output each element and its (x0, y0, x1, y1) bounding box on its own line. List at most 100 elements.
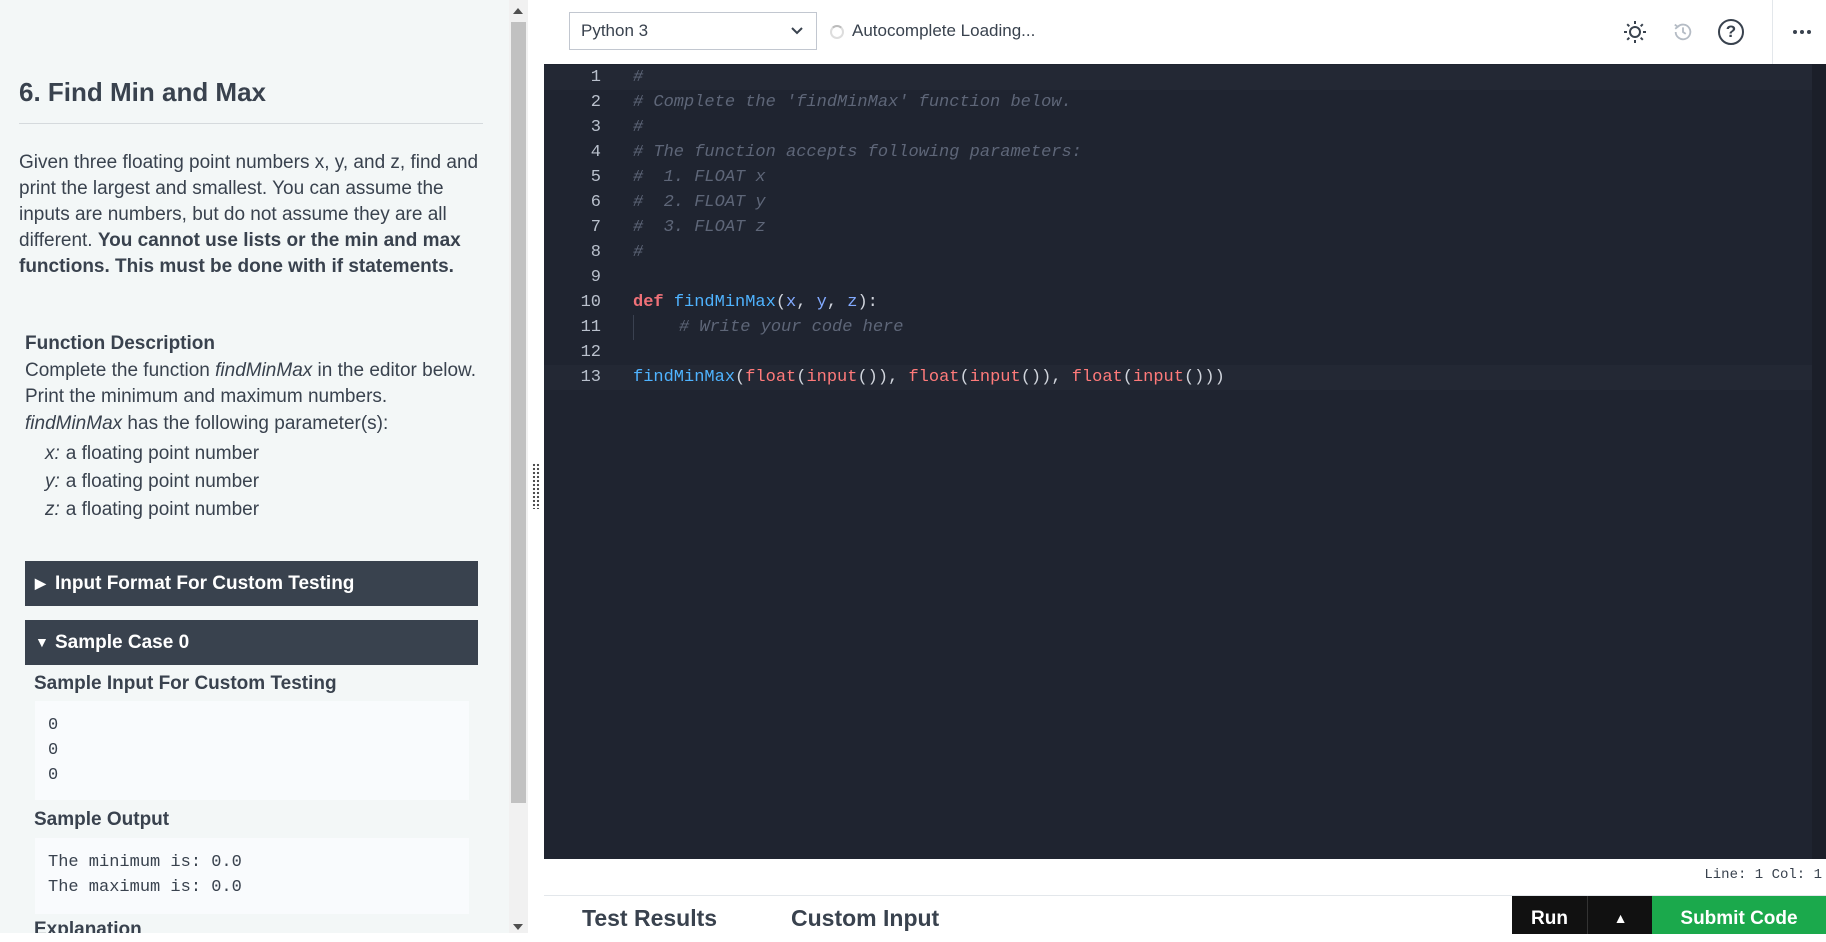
code-line[interactable]: 5 # 1. FLOAT x (544, 165, 1826, 190)
param-name: z: (45, 499, 60, 520)
code-line[interactable]: 13 findMinMax(float(input()), float(input… (544, 365, 1826, 390)
code-text: # 3. FLOAT z (633, 218, 766, 237)
sample-input-heading: Sample Input For Custom Testing (34, 673, 337, 694)
scroll-up-icon[interactable] (513, 8, 523, 14)
param-token: y (816, 293, 827, 312)
problem-panel: 6. Find Min and Max Given three floating… (0, 0, 509, 933)
builtin-token: float (745, 368, 797, 387)
code-text: # Complete the 'findMinMax' function bel… (633, 93, 1072, 112)
drag-handle-icon[interactable] (532, 463, 540, 509)
param-x: x: a floating point number (45, 443, 259, 465)
title-divider (19, 123, 483, 124)
caret-right-icon: ▶ (35, 575, 46, 592)
editor-panel: Python 3 Autocomplete Loading... ? 1 # 2 #… (544, 0, 1826, 934)
function-description-heading: Function Description (25, 333, 215, 354)
section-label: Sample Case 0 (55, 632, 190, 653)
fd-line1-fn: findMinMax (215, 360, 313, 381)
sample-output-box: The minimum is: 0.0 The maximum is: 0.0 (35, 838, 469, 914)
line-number: 1 (590, 68, 601, 87)
code-line[interactable]: 4 # The function accepts following parame… (544, 140, 1826, 165)
code-line[interactable]: 8 # (544, 240, 1826, 265)
line-number: 13 (580, 368, 601, 387)
param-token: z (847, 293, 858, 312)
history-icon[interactable] (1666, 14, 1700, 48)
line-number: 2 (590, 93, 601, 112)
panel-splitter[interactable] (528, 0, 544, 933)
code-line[interactable]: 9 (544, 265, 1826, 290)
scroll-down-icon[interactable] (513, 924, 523, 930)
chevron-down-icon (790, 13, 804, 62)
code-text: # 2. FLOAT y (633, 193, 766, 212)
help-icon[interactable]: ? (1714, 14, 1748, 48)
tab-custom-input[interactable]: Custom Input (791, 905, 939, 932)
caret-up-icon[interactable]: ▲ (1587, 896, 1653, 934)
param-desc: a floating point number (65, 471, 260, 492)
code-line[interactable]: 7 # 3. FLOAT z (544, 215, 1826, 240)
param-name: y: (45, 471, 60, 492)
fd-line1-pre: Complete the function (25, 360, 216, 381)
fd-line2-post: has the following parameter(s): (122, 413, 389, 434)
code-text: # The function accepts following paramet… (633, 143, 1082, 162)
cursor-position: Line: 1 Col: 1 (1704, 867, 1822, 883)
autocomplete-text: Autocomplete Loading... (852, 21, 1036, 40)
code-text: # (633, 68, 644, 87)
editor-scrollbar[interactable] (1812, 64, 1826, 859)
param-token: x (786, 293, 797, 312)
line-number: 9 (590, 268, 601, 287)
code-editor[interactable]: 1 # 2 # Complete the 'findMinMax' function… (544, 64, 1826, 859)
param-z: z: a floating point number (45, 499, 259, 521)
builtin-token: input (806, 368, 858, 387)
section-sample-case[interactable]: ▼ Sample Case 0 (25, 620, 478, 665)
line-number: 12 (580, 343, 601, 362)
run-button[interactable]: Run (1512, 896, 1587, 934)
code-line[interactable]: 11 # Write your code here (544, 315, 1826, 340)
builtin-token: float (1071, 368, 1123, 387)
toolbar-divider (1772, 0, 1773, 64)
line-number: 8 (590, 243, 601, 262)
code-line[interactable]: 12 (544, 340, 1826, 365)
bottom-bar: Test Results Custom Input Run ▲ Submit C… (544, 895, 1826, 934)
scrollbar-thumb[interactable] (511, 22, 526, 803)
fd-line2: findMinMax has the following parameter(s… (25, 413, 388, 435)
function-description-text: Complete the function findMinMax in the … (25, 358, 495, 410)
submit-code-button[interactable]: Submit Code (1652, 896, 1826, 934)
line-number: 7 (590, 218, 601, 237)
code-text: def findMinMax(x, y, z): (633, 293, 878, 312)
spinner-icon (830, 24, 844, 39)
language-value: Python 3 (581, 21, 649, 40)
indent-guide (633, 315, 634, 340)
caret-down-icon: ▼ (35, 634, 49, 651)
tab-test-results[interactable]: Test Results (582, 905, 717, 932)
sun-icon[interactable] (1618, 14, 1652, 48)
code-line[interactable]: 1 # (544, 65, 1826, 90)
left-scrollbar[interactable] (509, 0, 528, 933)
sample-output-heading: Sample Output (34, 809, 170, 830)
editor-toolbar: Python 3 Autocomplete Loading... ? (544, 0, 1826, 65)
section-input-format[interactable]: ▶ Input Format For Custom Testing (25, 561, 478, 606)
more-icon[interactable] (1785, 14, 1819, 48)
code-text: # (633, 118, 644, 137)
editor-statusbar: Line: 1 Col: 1 (544, 859, 1826, 895)
code-line[interactable]: 6 # 2. FLOAT y (544, 190, 1826, 215)
param-name: x: (45, 443, 60, 464)
language-select[interactable]: Python 3 (569, 12, 817, 50)
code-text: # 1. FLOAT x (633, 168, 766, 187)
line-number: 10 (580, 293, 601, 312)
code-line[interactable]: 3 # (544, 115, 1826, 140)
param-desc: a floating point number (65, 443, 260, 464)
line-number: 11 (580, 318, 601, 337)
builtin-token: float (908, 368, 960, 387)
code-line[interactable]: 10 def findMinMax(x, y, z): (544, 290, 1826, 315)
code-text: # Write your code here (679, 318, 904, 337)
sample-input-box: 0 0 0 (35, 701, 469, 800)
builtin-token: input (969, 368, 1021, 387)
line-number: 4 (590, 143, 601, 162)
param-y: y: a floating point number (45, 471, 259, 493)
param-desc: a floating point number (65, 499, 260, 520)
code-text: # (633, 243, 644, 262)
keyword-def: def (633, 293, 664, 312)
problem-description: Given three floating point numbers x, y,… (19, 150, 489, 280)
function-call: findMinMax (633, 368, 736, 387)
section-label: Input Format For Custom Testing (55, 573, 355, 594)
code-line[interactable]: 2 # Complete the 'findMinMax' function be… (544, 90, 1826, 115)
